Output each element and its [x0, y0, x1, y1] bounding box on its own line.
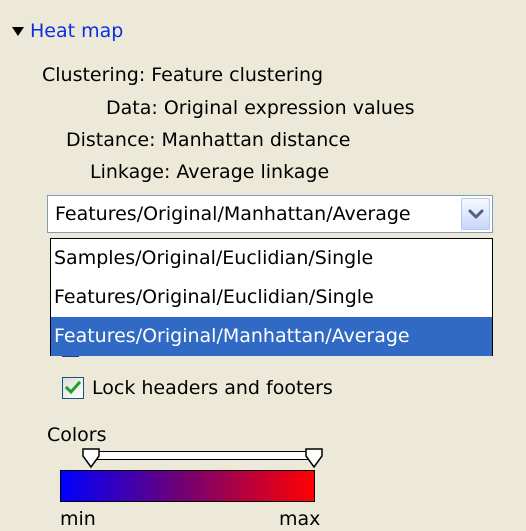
data-row: Data: Original expression values	[106, 95, 415, 121]
clustering-select-value[interactable]: Features/Original/Manhattan/Average	[55, 196, 411, 232]
dropdown-option[interactable]: Samples/Original/Euclidian/Single	[51, 239, 492, 278]
data-value: Original expression values	[163, 97, 415, 119]
max-color-handle[interactable]	[305, 448, 323, 469]
lock-headers-label[interactable]: Lock headers and footers	[92, 375, 333, 401]
color-gradient-bar[interactable]	[60, 470, 315, 502]
heat-map-section-header[interactable]: Heat map	[12, 18, 123, 44]
lock-headers-checkbox[interactable]	[62, 377, 84, 399]
clustering-select-button[interactable]	[461, 198, 490, 230]
distance-label: Distance:	[66, 129, 156, 151]
clustering-dropdown-list: Samples/Original/Euclidian/Single Featur…	[50, 238, 493, 356]
checkmark-icon	[65, 381, 81, 395]
linkage-value: Average linkage	[176, 161, 330, 183]
min-color-handle[interactable]	[82, 448, 100, 469]
max-label: max	[279, 508, 321, 530]
section-title[interactable]: Heat map	[30, 20, 123, 42]
distance-value: Manhattan distance	[161, 129, 351, 151]
distance-row: Distance: Manhattan distance	[66, 127, 350, 153]
linkage-label: Linkage:	[90, 161, 171, 183]
triangle-down-icon[interactable]	[12, 27, 24, 36]
clustering-label: Clustering:	[42, 64, 146, 86]
clustering-select[interactable]: Features/Original/Manhattan/Average	[47, 195, 493, 233]
dropdown-option[interactable]: Features/Original/Euclidian/Single	[51, 278, 492, 317]
color-range-track	[90, 451, 315, 460]
dropdown-option-selected[interactable]: Features/Original/Manhattan/Average	[51, 317, 492, 356]
clustering-row: Clustering: Feature clustering	[42, 62, 323, 88]
linkage-row: Linkage: Average linkage	[90, 159, 329, 185]
clustering-value: Feature clustering	[151, 64, 324, 86]
data-label: Data:	[106, 97, 158, 119]
min-label: min	[60, 508, 96, 530]
colors-label: Colors	[47, 424, 107, 446]
chevron-down-icon	[468, 209, 483, 219]
